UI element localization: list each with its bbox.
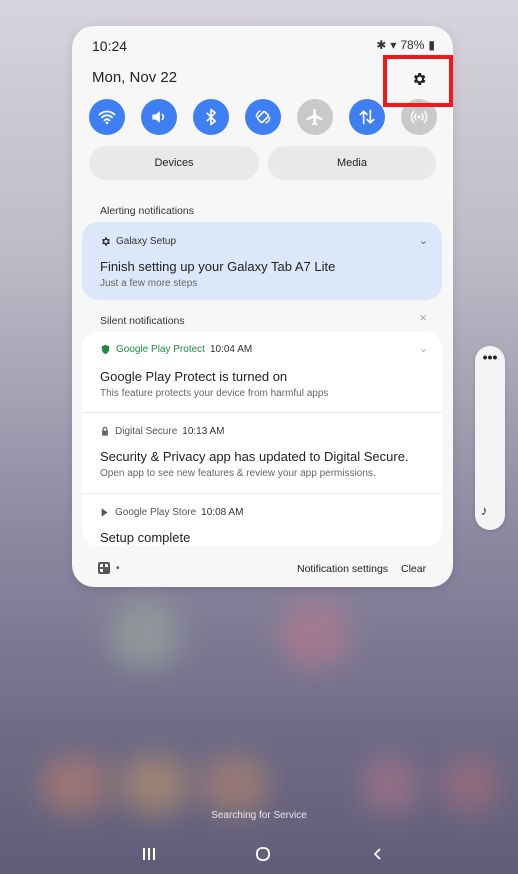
notification-subtitle: Open app to see new features & review yo… [100,468,376,479]
media-button[interactable]: Media [268,146,436,180]
bluetooth-icon [206,108,216,126]
notification-app-row: Google Play Protect 10:04 AM [100,344,252,355]
date-label: Mon, Nov 22 [92,69,178,86]
notification-app-row: Digital Secure 10:13 AM [100,426,225,437]
volume-panel-handle[interactable]: ••• ♪ [475,346,505,530]
status-icons: ✱ ▾ 78% ▮ [376,38,435,52]
wallpaper-blob [200,755,270,815]
notification-icons-row: • [98,562,120,574]
notification-time: 10:08 AM [201,507,244,518]
airplane-toggle[interactable] [297,99,333,135]
recents-button[interactable] [137,842,161,866]
gear-app-icon [102,237,110,246]
notification-app-name: Digital Secure [115,426,178,437]
notification-panel: 10:24 ✱ ▾ 78% ▮ Mon, Nov 22 Devices Medi… [72,26,453,587]
wallpaper-blob [360,755,420,815]
lock-icon [102,426,108,436]
notification-app-row: Galaxy Setup [100,236,176,247]
play-store-icon [101,508,108,517]
hotspot-icon [410,110,428,124]
wifi-toggle[interactable] [89,99,125,135]
shield-icon [101,344,110,355]
auto-rotate-toggle[interactable] [245,99,281,135]
dismiss-silent-close-icon[interactable]: × [419,310,427,325]
battery-percent: 78% [400,38,425,52]
expand-chevron-icon[interactable]: ⌄ [419,234,428,247]
more-dot-icon: • [116,562,120,574]
clear-button[interactable]: Clear [401,563,426,575]
wallpaper-blob [40,755,110,815]
google-play-protect-notification[interactable]: Google Play Protect 10:04 AM ⌄ Google Pl… [82,332,442,412]
media-volume-icon[interactable]: ♪ [481,503,488,518]
expand-chevron-icon[interactable]: ⌄ [419,342,428,355]
settings-highlight-box [383,55,453,107]
digital-secure-notification[interactable]: Digital Secure 10:13 AM Security & Priva… [82,413,442,493]
wifi-icon [98,110,116,125]
notification-subtitle: This feature protects your device from h… [100,388,329,399]
notification-app-name: Google Play Store [115,507,197,518]
app-grid-icon [98,562,110,574]
silent-section-label: Silent notifications [100,315,185,327]
more-options-icon[interactable]: ••• [475,350,505,364]
battery-icon: ▮ [428,38,435,52]
bluetooth-status-icon: ✱ [376,38,387,52]
alerting-section-label: Alerting notifications [100,205,194,217]
notification-time: 10:04 AM [209,344,253,355]
recents-icon [143,848,155,860]
notification-time: 10:13 AM [182,426,225,437]
notification-subtitle: Just a few more steps [100,278,198,289]
devices-button[interactable]: Devices [89,146,259,180]
galaxy-setup-notification[interactable]: Galaxy Setup ⌄ Finish setting up your Ga… [82,222,442,300]
bluetooth-toggle[interactable] [193,99,229,135]
sound-toggle[interactable] [141,99,177,135]
notification-title: Setup complete [100,530,191,545]
home-button[interactable] [251,842,275,866]
sound-icon [152,111,165,123]
wallpaper-blob [110,600,180,670]
wallpaper-blob [280,600,350,670]
mobile-data-toggle[interactable] [349,99,385,135]
status-time: 10:24 [92,38,128,54]
notification-app-name: Google Play Protect [116,344,205,355]
notification-app-name: Galaxy Setup [116,236,177,247]
notification-settings-link[interactable]: Notification settings [297,563,388,575]
notification-app-row: Google Play Store 10:08 AM [100,507,243,518]
wallpaper-blob [440,755,500,815]
google-play-store-notification[interactable]: Google Play Store 10:08 AM Setup complet… [82,494,442,546]
back-icon [373,848,381,860]
back-button[interactable] [366,842,390,866]
network-status-text: Searching for Service [211,810,307,821]
mobile-data-icon [359,109,375,125]
airplane-icon [306,108,323,126]
wallpaper-blob [120,755,190,815]
notification-title: Google Play Protect is turned on [100,369,288,384]
auto-rotate-icon [255,110,271,124]
notification-title: Security & Privacy app has updated to Di… [100,449,409,464]
signal-icon: ▾ [390,38,397,52]
notification-title: Finish setting up your Galaxy Tab A7 Lit… [100,259,336,274]
home-icon [256,847,270,861]
